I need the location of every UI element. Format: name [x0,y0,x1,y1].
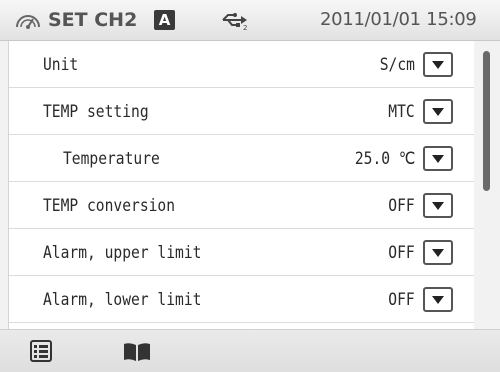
setting-value: 25.0 ℃ [354,149,415,169]
list-icon[interactable] [30,340,52,362]
scrollbar-thumb[interactable] [483,51,490,191]
triangle-down-icon [432,155,444,163]
triangle-down-icon [432,249,444,257]
scrollbar[interactable] [474,41,500,329]
screen-title: SET CH2 [48,9,138,31]
dropdown-button[interactable] [423,99,453,124]
setting-value: OFF [388,290,415,310]
dropdown-button[interactable] [423,240,453,265]
dropdown-button[interactable] [423,146,453,171]
setting-label: TEMP conversion [43,196,176,216]
setting-row-alarm-upper[interactable]: Alarm, upper limit OFF [9,229,475,276]
setting-label: Temperature [63,149,160,169]
setting-label: Alarm, lower limit [43,290,202,310]
setting-label: Unit [43,55,79,75]
settings-screen: SET CH2 A 2 2011/01/01 15:09 Unit S/cm T… [0,0,500,372]
triangle-down-icon [432,61,444,69]
dropdown-button[interactable] [423,287,453,312]
usb-icon: 2 [222,13,247,31]
setting-row-unit[interactable]: Unit S/cm [9,41,475,88]
triangle-down-icon [432,202,444,210]
triangle-down-icon [432,108,444,116]
bottom-bar [0,329,500,372]
setting-value: OFF [388,196,415,216]
setting-label: Alarm, upper limit [43,243,202,263]
date-time: 2011/01/01 15:09 [320,9,477,30]
dropdown-button[interactable] [423,52,453,77]
setting-value: OFF [388,243,415,263]
setting-value: MTC [388,102,415,122]
mode-badge: A [154,10,175,30]
setting-row-alarm-lower[interactable]: Alarm, lower limit OFF [9,276,475,323]
book-icon[interactable] [122,342,152,362]
triangle-down-icon [432,296,444,304]
setting-row-temperature[interactable]: Temperature 25.0 ℃ [9,135,475,182]
setting-value: S/cm [379,55,415,75]
svg-text:2: 2 [243,24,247,31]
setting-label: TEMP setting [43,102,149,122]
setting-row-temp-conversion[interactable]: TEMP conversion OFF [9,182,475,229]
dropdown-button[interactable] [423,193,453,218]
gauge-icon [16,15,40,29]
settings-list: Unit S/cm TEMP setting MTC Temperature 2… [8,41,475,329]
status-bar: SET CH2 A 2 2011/01/01 15:09 [0,0,500,41]
setting-row-temp-setting[interactable]: TEMP setting MTC [9,88,475,135]
